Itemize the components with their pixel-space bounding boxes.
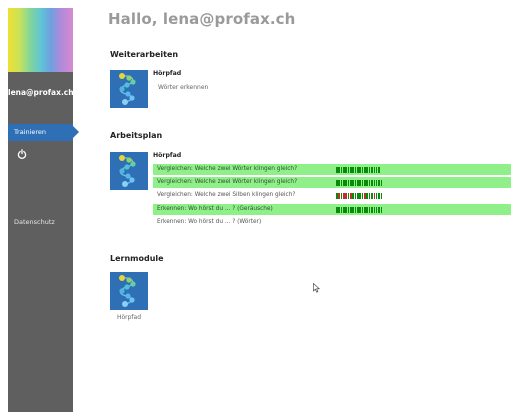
mouse-cursor-icon <box>313 283 321 293</box>
plan-task-row[interactable]: Vergleichen: Welche zwei Wörter klingen … <box>153 177 511 188</box>
plan-task-progress <box>336 180 384 186</box>
plan-task-label: Vergleichen: Welche zwei Wörter klingen … <box>157 166 298 172</box>
plan-task-progress <box>336 167 384 173</box>
plan-task-progress <box>336 193 384 199</box>
plan-task-label: Vergleichen: Welche zwei Silben klingen … <box>157 192 296 198</box>
sidebar-item-privacy[interactable]: Datenschutz <box>8 218 73 226</box>
plan-task-row[interactable]: Erkennen: Wo hörst du ... ? (Wörter) <box>153 217 511 228</box>
page-title: Hallo, lena@profax.ch <box>108 10 296 28</box>
modules-section-title: Lernmodule <box>110 254 164 263</box>
brand-gradient <box>8 8 73 72</box>
sidebar-item-training[interactable]: Trainieren <box>8 124 79 141</box>
plan-task-label: Erkennen: Wo hörst du ... ? (Geräusche) <box>157 206 273 212</box>
sidebar: lena@profax.ch Trainieren Datenschutz <box>8 8 79 412</box>
plan-task-label: Erkennen: Wo hörst du ... ? (Wörter) <box>157 219 262 225</box>
plan-task-label: Vergleichen: Welche zwei Wörter klingen … <box>157 179 298 185</box>
sidebar-user-label: lena@profax.ch <box>8 88 74 97</box>
plan-section-title: Arbeitsplan <box>110 131 163 140</box>
power-icon[interactable] <box>17 149 27 159</box>
plan-task-row[interactable]: Vergleichen: Welche zwei Silben klingen … <box>153 190 511 201</box>
continue-item-subtitle[interactable]: Wörter erkennen <box>158 84 208 91</box>
continue-section-title: Weiterarbeiten <box>110 50 179 59</box>
hoerpfad-path-icon <box>119 155 136 187</box>
plan-task-row[interactable]: Vergleichen: Welche zwei Wörter klingen … <box>153 164 511 175</box>
plan-task-row[interactable]: Erkennen: Wo hörst du ... ? (Geräusche) <box>153 204 511 215</box>
plan-task-progress <box>336 207 384 213</box>
hoerpfad-tile-plan[interactable] <box>110 152 148 190</box>
hoerpfad-module-tile[interactable] <box>110 272 148 310</box>
module-label[interactable]: Hörpfad <box>110 314 148 321</box>
hoerpfad-path-icon <box>119 275 136 307</box>
plan-item-title: Hörpfad <box>153 152 182 159</box>
hoerpfad-path-icon <box>119 73 136 105</box>
continue-item-title[interactable]: Hörpfad <box>153 70 181 77</box>
app: lena@profax.ch Trainieren Datenschutz Ha… <box>0 0 511 412</box>
hoerpfad-tile-continue[interactable] <box>110 70 148 108</box>
